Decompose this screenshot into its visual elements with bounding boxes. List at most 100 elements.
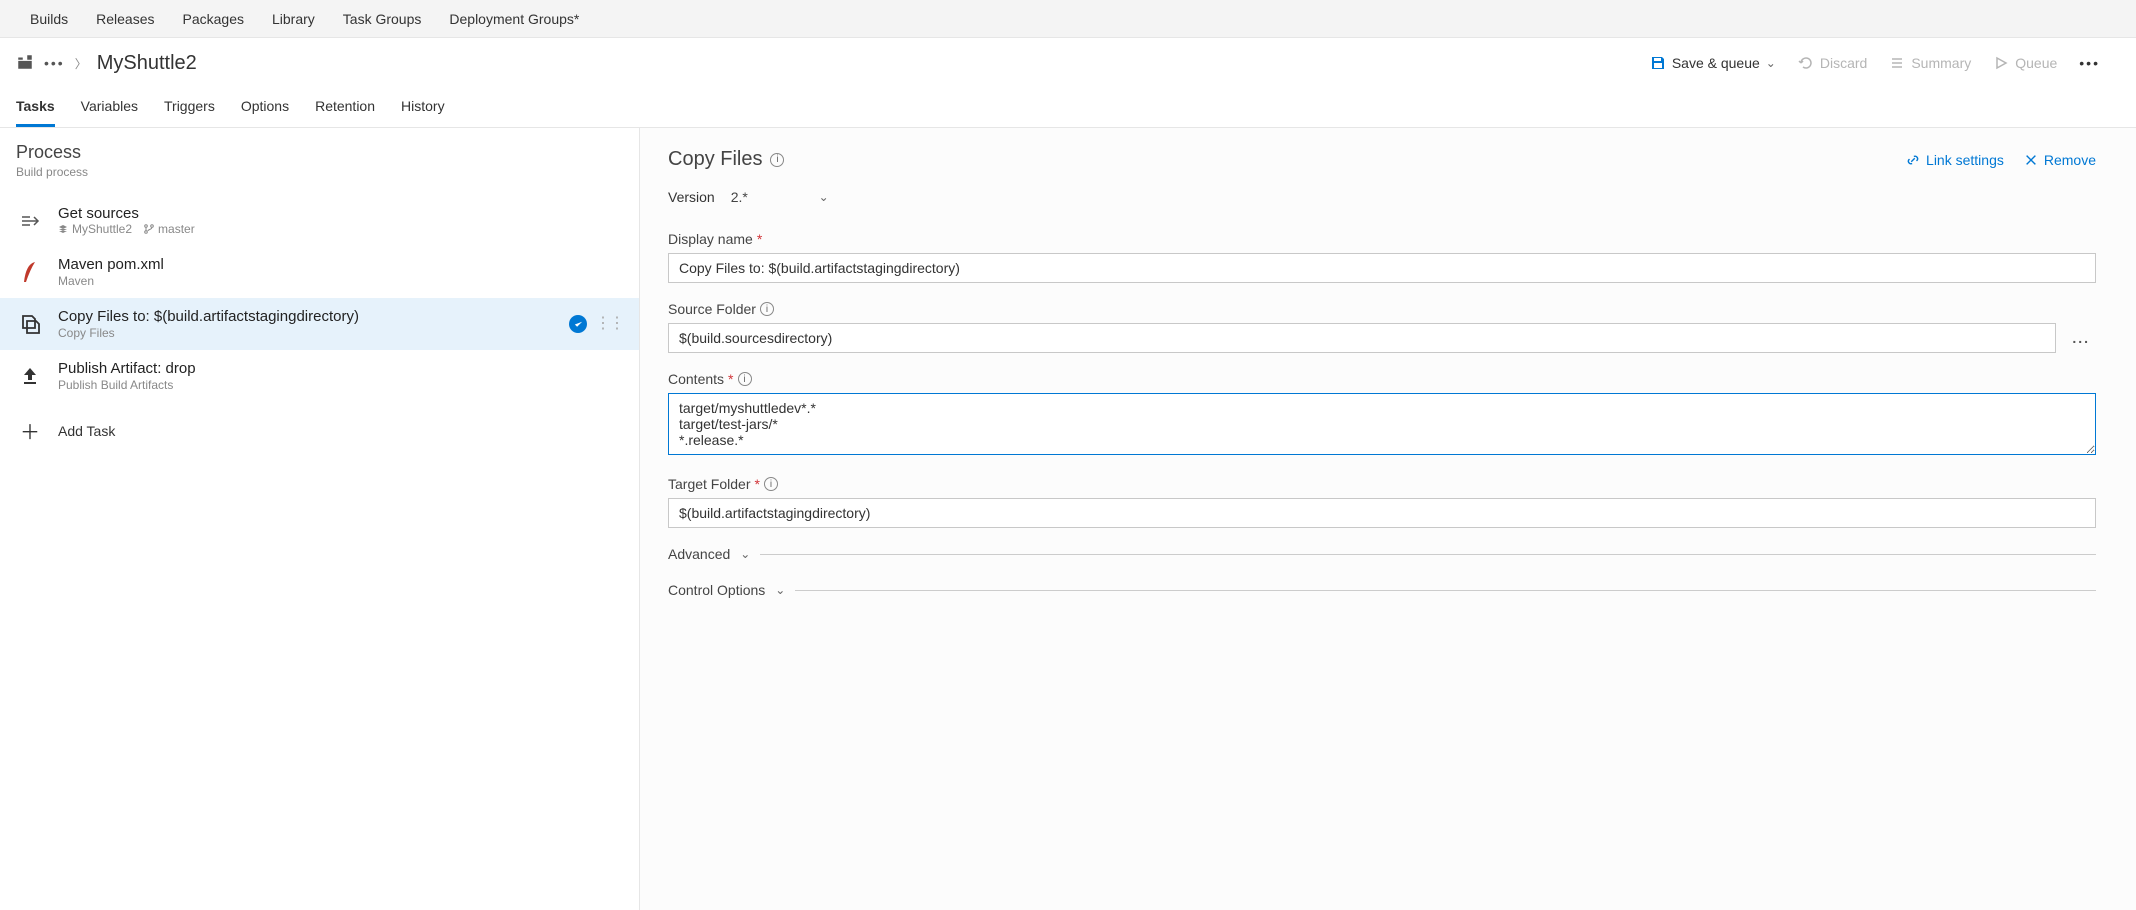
display-name-field: Display name * [668,231,2096,283]
contents-field: Contents * i [668,371,2096,458]
queue-button[interactable]: Queue [1993,55,2057,71]
task-sub: Maven [58,274,623,288]
branch-chip: master [144,222,195,236]
detail-header: Copy Files i Link settings Remove [668,148,2096,171]
info-icon[interactable]: i [764,477,778,491]
link-icon [1906,153,1920,167]
divider [760,554,2096,555]
save-and-queue-label: Save & queue [1672,55,1760,71]
required-indicator: * [728,371,733,387]
task-title: Copy Files to: $(build.artifactstagingdi… [58,308,555,325]
target-folder-input[interactable] [668,498,2096,528]
page-title: MyShuttle2 [97,52,197,75]
summary-label: Summary [1911,55,1971,71]
tab-options[interactable]: Options [241,88,289,127]
nav-releases[interactable]: Releases [82,11,168,27]
tab-triggers[interactable]: Triggers [164,88,215,127]
left-pane: Process Build process Get sources MyShut… [0,128,640,910]
plus-icon: ＋ [16,416,44,445]
copy-files-icon [16,310,44,338]
nav-builds[interactable]: Builds [16,11,82,27]
build-definition-icon [16,53,34,74]
upload-icon [16,362,44,390]
add-task-button[interactable]: ＋ Add Task [0,402,639,459]
nav-library[interactable]: Library [258,11,329,27]
list-icon [1889,55,1905,71]
detail-title: Copy Files i [668,148,784,171]
chevron-down-icon: ⌄ [775,583,785,597]
chevron-right-icon: 〉 [75,55,87,72]
source-folder-field: Source Folder i ... [668,301,2096,353]
source-folder-label: Source Folder [668,301,756,317]
tab-variables[interactable]: Variables [81,88,138,127]
tab-retention[interactable]: Retention [315,88,375,127]
tab-history[interactable]: History [401,88,445,127]
info-icon[interactable]: i [760,302,774,316]
remove-button[interactable]: Remove [2024,152,2096,168]
info-icon[interactable]: i [770,153,784,167]
task-copy-files[interactable]: Copy Files to: $(build.artifactstagingdi… [0,298,639,350]
version-row: Version 2.* ⌄ [668,187,2096,207]
link-settings-button[interactable]: Link settings [1906,152,2004,168]
breadcrumb: ••• 〉 MyShuttle2 [16,52,197,75]
right-pane: Copy Files i Link settings Remove Versio… [640,128,2136,910]
header-actions: Save & queue ⌄ Discard Summary Queue ••• [1650,55,2120,71]
contents-label: Contents [668,371,724,387]
undo-icon [1798,55,1814,71]
task-sub: Copy Files [58,326,555,340]
info-icon[interactable]: i [738,372,752,386]
more-icon[interactable]: ••• [44,55,65,71]
task-get-sources[interactable]: Get sources MyShuttle2 master [0,195,639,246]
close-icon [2024,153,2038,167]
task-sub: Publish Build Artifacts [58,378,623,392]
source-folder-input[interactable] [668,323,2056,353]
required-indicator: * [754,476,759,492]
task-list: Get sources MyShuttle2 master [0,195,639,459]
check-badge-icon [569,315,587,333]
browse-button[interactable]: ... [2066,330,2096,346]
chevron-down-icon: ⌄ [819,190,829,204]
overflow-button[interactable]: ••• [2079,55,2100,71]
process-desc: Build process [16,165,623,179]
repo-chip: MyShuttle2 [58,222,132,236]
target-folder-label: Target Folder [668,476,750,492]
process-header[interactable]: Process Build process [0,142,639,189]
drag-handle-icon[interactable]: ⋮⋮ [595,320,623,328]
divider [795,590,2096,591]
chevron-down-icon: ⌄ [740,547,750,561]
task-publish-artifact[interactable]: Publish Artifact: drop Publish Build Art… [0,350,639,402]
discard-label: Discard [1820,55,1867,71]
nav-deployment-groups[interactable]: Deployment Groups* [435,11,593,27]
version-select[interactable]: 2.* ⌄ [725,187,835,207]
tab-tasks[interactable]: Tasks [16,88,55,127]
add-task-label: Add Task [58,423,115,439]
display-name-label: Display name [668,231,753,247]
control-options-section-toggle[interactable]: Control Options ⌄ [668,582,2096,598]
play-icon [1993,55,2009,71]
nav-packages[interactable]: Packages [169,11,258,27]
summary-button[interactable]: Summary [1889,55,1971,71]
process-title: Process [16,142,623,163]
task-maven[interactable]: Maven pom.xml Maven [0,246,639,298]
task-title: Maven pom.xml [58,256,623,273]
required-indicator: * [757,231,762,247]
discard-button[interactable]: Discard [1798,55,1867,71]
repo-icon [58,224,68,234]
top-nav: Builds Releases Packages Library Task Gr… [0,0,2136,38]
maven-icon [16,258,44,286]
chevron-down-icon: ⌄ [1766,56,1776,70]
task-title: Publish Artifact: drop [58,360,623,377]
nav-task-groups[interactable]: Task Groups [329,11,436,27]
advanced-section-toggle[interactable]: Advanced ⌄ [668,546,2096,562]
save-and-queue-button[interactable]: Save & queue ⌄ [1650,55,1776,71]
target-folder-field: Target Folder * i [668,476,2096,528]
branch-icon [144,224,154,234]
task-title: Get sources [58,205,623,222]
queue-label: Queue [2015,55,2057,71]
contents-input[interactable] [668,393,2096,455]
save-icon [1650,55,1666,71]
version-label: Version [668,189,715,205]
sub-tabs: Tasks Variables Triggers Options Retenti… [0,88,2136,128]
header-row: ••• 〉 MyShuttle2 Save & queue ⌄ Discard … [0,38,2136,88]
display-name-input[interactable] [668,253,2096,283]
